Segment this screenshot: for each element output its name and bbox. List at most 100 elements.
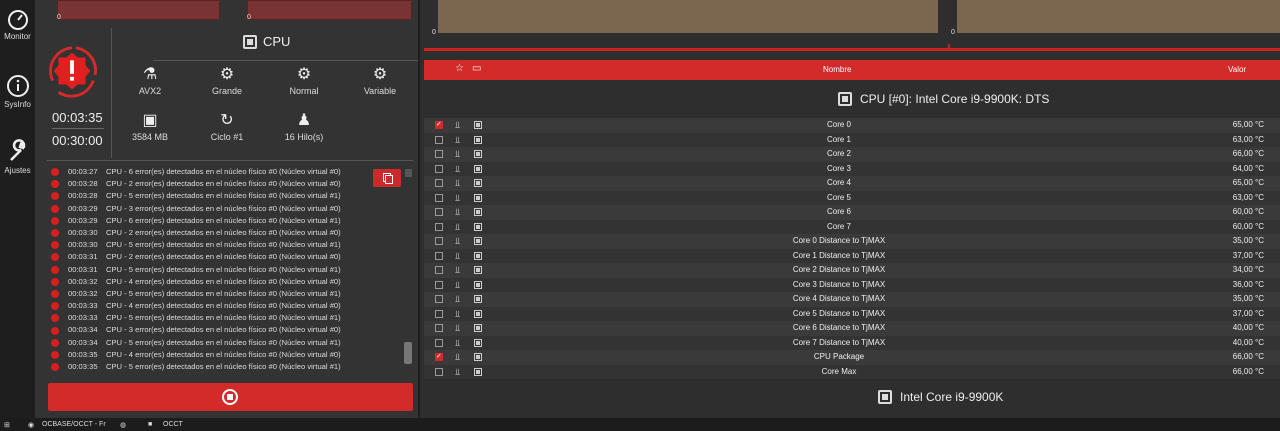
- pin-icon[interactable]: ⫫: [455, 249, 460, 264]
- sensor-row[interactable]: ⫫ Core 1 Distance to TjMAX 37,00 °C: [424, 248, 1280, 264]
- option-data-set[interactable]: ⚙ Grande: [197, 66, 257, 96]
- sensor-row[interactable]: ⫫ Core 3 Distance to TjMAX 36,00 °C: [424, 277, 1280, 293]
- sensor-checkbox[interactable]: [435, 179, 443, 187]
- pin-icon[interactable]: ⫫: [455, 336, 460, 351]
- sensor-name: CPU Package: [813, 352, 865, 361]
- splitter-handle-icon[interactable]: ⬍: [946, 43, 952, 51]
- pin-icon[interactable]: ⫫: [455, 278, 460, 293]
- pin-icon[interactable]: ⫫: [455, 292, 460, 307]
- edge-icon[interactable]: ◍: [120, 421, 126, 429]
- sensor-row[interactable]: ⫫ Core 3 64,00 °C: [424, 161, 1280, 177]
- sensor-checkbox[interactable]: [435, 338, 443, 347]
- nav-label: Monitor: [4, 32, 31, 41]
- sensor-chip-icon: [474, 179, 482, 187]
- pin-icon[interactable]: ⫫: [455, 321, 460, 336]
- pin-icon[interactable]: ⫫: [455, 350, 460, 365]
- log-time: 00:03:33: [68, 313, 98, 323]
- pin-icon[interactable]: ⫫: [455, 307, 460, 322]
- copy-log-button[interactable]: [373, 169, 401, 187]
- sensor-checkbox[interactable]: [435, 237, 443, 245]
- log-entry: 00:03:34 CPU - 3 error(es) detectados en …: [47, 324, 402, 336]
- log-message: CPU - 2 error(es) detectados en el núcle…: [106, 227, 341, 237]
- monitor-icon[interactable]: ▭: [472, 63, 481, 74]
- column-value-header[interactable]: Valor: [1228, 65, 1246, 74]
- sensor-checkbox[interactable]: [435, 350, 443, 365]
- sensor-value: 60,00 °C: [1232, 207, 1264, 216]
- pin-icon[interactable]: ⫫: [455, 176, 460, 191]
- log-time: 00:03:34: [68, 325, 98, 335]
- windows-start-icon[interactable]: ⊞: [4, 421, 10, 429]
- sensor-checkbox[interactable]: [435, 222, 443, 231]
- nav-label: SysInfo: [4, 100, 31, 109]
- nav-ajustes[interactable]: Ajustes: [0, 138, 35, 175]
- taskbar-item-occt[interactable]: OCCT: [163, 421, 183, 428]
- log-entry: 00:03:35 CPU - 4 error(es) detectados en …: [47, 349, 402, 361]
- pin-icon[interactable]: ⫫: [455, 133, 460, 148]
- pin-icon[interactable]: ⫫: [455, 220, 460, 235]
- log-time: 00:03:33: [68, 301, 98, 311]
- option-mode[interactable]: ⚙ Normal: [274, 66, 334, 96]
- sensor-row[interactable]: ⫫ Core Max 66,00 °C: [424, 364, 1280, 380]
- sensor-checkbox[interactable]: [435, 193, 443, 202]
- pin-icon[interactable]: ⫫: [455, 191, 460, 206]
- option-load[interactable]: ⚙ Variable: [350, 66, 410, 96]
- pin-icon[interactable]: ⫫: [455, 365, 460, 380]
- sensor-row[interactable]: ⫫ Core 0 Distance to TjMAX 35,00 °C: [424, 234, 1280, 249]
- column-name-header[interactable]: Nombre: [823, 65, 851, 74]
- pin-icon[interactable]: ⫫: [455, 234, 460, 249]
- nav-monitor[interactable]: Monitor: [0, 8, 35, 41]
- sensor-row[interactable]: ⫫ Core 6 60,00 °C: [424, 205, 1280, 220]
- pin-icon[interactable]: ⫫: [455, 118, 460, 133]
- sensor-checkbox[interactable]: [435, 367, 443, 376]
- sensor-checkbox[interactable]: [435, 280, 443, 289]
- test-title-label: CPU: [263, 34, 291, 49]
- option-cycle[interactable]: ↻ Ciclo #1: [197, 112, 257, 142]
- sensor-row[interactable]: ⫫ Core 7 Distance to TjMAX 40,00 °C: [424, 335, 1280, 351]
- stop-test-button[interactable]: [48, 383, 413, 411]
- option-instruction-set[interactable]: ⚗ AVX2: [120, 66, 180, 96]
- option-threads[interactable]: ♟ 16 Hilo(s): [274, 112, 334, 142]
- nav-sysinfo[interactable]: SysInfo: [0, 74, 35, 109]
- scroll-up-arrow[interactable]: [405, 169, 412, 177]
- divider: [47, 160, 413, 161]
- pin-icon[interactable]: ⫫: [455, 205, 460, 220]
- scroll-thumb[interactable]: [404, 342, 412, 364]
- sensor-row[interactable]: ⫫ Core 7 60,00 °C: [424, 219, 1280, 235]
- pin-icon[interactable]: ⫫: [455, 147, 460, 162]
- pin-icon[interactable]: ⫫: [455, 162, 460, 177]
- sensor-checkbox[interactable]: [435, 251, 443, 260]
- taskbar-item-browser[interactable]: OCBASE/OCCT - Fr: [42, 421, 106, 428]
- log-entry: 00:03:33 CPU - 5 error(es) detectados en …: [47, 312, 402, 324]
- sensor-checkbox[interactable]: [435, 118, 443, 133]
- sensor-row[interactable]: ⫫ Core 5 Distance to TjMAX 37,00 °C: [424, 306, 1280, 322]
- sensor-row[interactable]: ⫫ Core 2 Distance to TjMAX 34,00 °C: [424, 263, 1280, 278]
- chrome-icon: ◉: [28, 422, 35, 429]
- sensor-checkbox[interactable]: [435, 324, 443, 332]
- sensor-checkbox[interactable]: [435, 135, 443, 144]
- sensor-checkbox[interactable]: [435, 208, 443, 216]
- gears-icon: ⚙: [219, 66, 235, 83]
- sensor-row[interactable]: ⫫ Core 4 65,00 °C: [424, 176, 1280, 191]
- sensor-name: Core 3 Distance to TjMAX: [792, 279, 886, 289]
- sensor-name: Core 4 Distance to TjMAX: [792, 294, 886, 303]
- sensor-row[interactable]: ⫫ Core 4 Distance to TjMAX 35,00 °C: [424, 292, 1280, 307]
- option-memory[interactable]: ▣ 3584 MB: [120, 112, 180, 142]
- option-label: Normal: [289, 86, 319, 96]
- graph-splitter[interactable]: [424, 48, 1280, 51]
- sensor-checkbox[interactable]: [435, 150, 443, 158]
- pin-icon[interactable]: ⫫: [455, 263, 460, 278]
- sensor-checkbox[interactable]: [435, 309, 443, 318]
- cpu-chip-icon: [878, 390, 892, 404]
- sensor-row[interactable]: ⫫ Core 5 63,00 °C: [424, 190, 1280, 206]
- sensor-row[interactable]: ⫫ Core 2 66,00 °C: [424, 147, 1280, 162]
- sensor-checkbox[interactable]: [435, 295, 443, 303]
- star-icon[interactable]: ☆: [455, 63, 464, 74]
- sensor-chip-icon: [474, 353, 482, 361]
- sensor-name: Core 5 Distance to TjMAX: [792, 308, 886, 318]
- sensor-row[interactable]: ⫫ CPU Package 66,00 °C: [424, 350, 1280, 365]
- sensor-row[interactable]: ⫫ Core 0 65,00 °C: [424, 118, 1280, 133]
- sensor-checkbox[interactable]: [435, 266, 443, 274]
- sensor-row[interactable]: ⫫ Core 6 Distance to TjMAX 40,00 °C: [424, 321, 1280, 336]
- sensor-checkbox[interactable]: [435, 164, 443, 173]
- sensor-row[interactable]: ⫫ Core 1 63,00 °C: [424, 132, 1280, 148]
